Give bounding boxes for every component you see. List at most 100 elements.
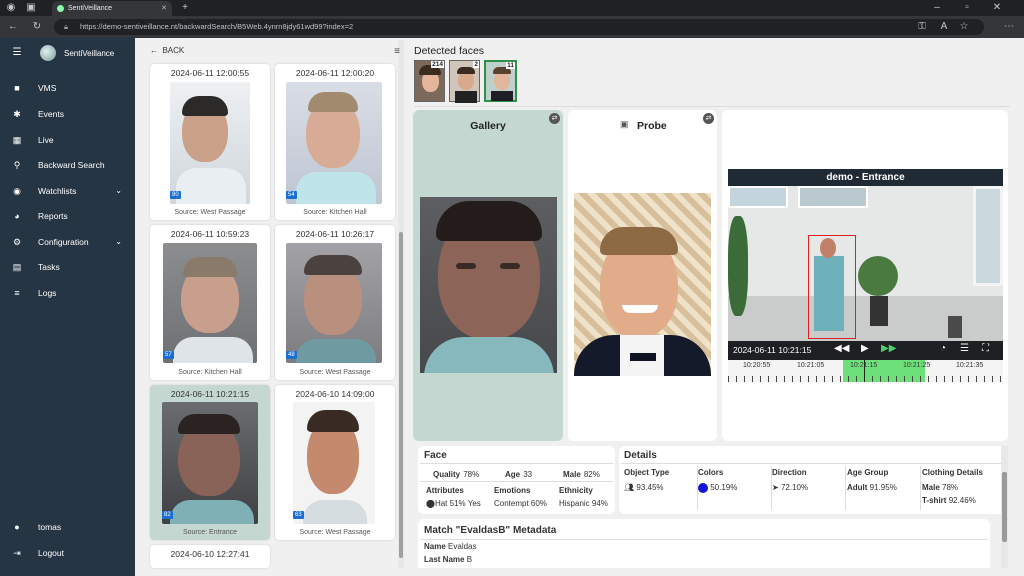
sidebar-item-live[interactable]: ▦ Live [10,131,130,149]
divider [771,466,772,510]
divider [920,466,921,510]
read-aloud-icon[interactable]: A [937,20,951,34]
window-close-icon[interactable]: ✕ [990,1,1004,15]
new-tab-icon[interactable]: + [178,1,192,15]
menu-label: Reports [38,211,68,221]
sidebar-item-backward-search[interactable]: ⚲ Backward Search [10,156,130,174]
speed-icon[interactable]: ◔ [940,343,946,354]
details-scrollbar-thumb[interactable] [1002,472,1007,542]
direction-value: 72.10% [780,483,809,492]
filter-icon[interactable]: ≡ [390,45,404,59]
hamburger-menu-icon[interactable]: ☰ [10,46,24,60]
sidebar-item-tasks[interactable]: ▤ Tasks [10,258,130,276]
timeline-label: 10:21:35 [956,362,984,369]
result-card[interactable]: 2024-06-10 12:27:41 [150,545,270,568]
browser-tab[interactable]: SentiVeillance ✕ [52,1,172,16]
chevron-down-icon: ⌄ [115,186,122,195]
brand-name: SentiVeillance [64,49,115,58]
face-title: Face [424,450,447,461]
list-icon[interactable]: ☰ [960,343,969,354]
last-name-value: B [466,555,473,564]
pie-icon: ◕ [14,211,20,221]
menu-label: Logs [38,288,57,298]
result-card[interactable]: 2024-06-11 10:59:23 57 Source: Kitchen H… [150,225,270,380]
clothing-pct: 92.46% [948,496,976,505]
divider [420,463,613,464]
fast-forward-icon[interactable]: ▶▶ [881,343,896,354]
rewind-icon[interactable]: ◀◀ [834,343,849,354]
result-card[interactable]: 2024-06-11 12:00:55 80 Source: West Pass… [150,64,270,220]
timeline-ticks [728,376,1003,382]
swap-icon[interactable]: ⇄ [703,113,714,124]
menu-label: Watchlists [38,186,77,196]
user-item[interactable]: ● tomas [10,518,130,536]
result-source: Source: West Passage [174,209,246,216]
color-swatch [698,483,708,493]
object-type-label: Object Type [624,468,670,477]
results-scrollbar-thumb[interactable] [399,232,403,558]
result-time: 2024-06-10 14:09:00 [295,389,375,399]
result-card[interactable]: 2024-06-11 10:26:17 48 Source: West Pass… [275,225,395,380]
sidebar-item-events[interactable]: ✱ Events [10,105,130,123]
details-title: Details [624,450,657,461]
timeline-label: 10:21:25 [903,362,931,369]
favorite-star-icon[interactable]: ☆ [957,20,971,34]
result-card-selected[interactable]: 2024-06-11 10:21:15 82 Source: Entrance [150,385,270,540]
play-icon[interactable]: ▶ [861,343,869,354]
sidebar-item-logs[interactable]: ≡ Logs [10,284,130,302]
logout-item[interactable]: ⇥ Logout [10,544,130,562]
score-badge: 63 [293,511,304,519]
detected-face-thumb[interactable]: 2 [449,60,480,103]
menu-label: VMS [38,83,57,93]
result-source: Source: Kitchen Hall [178,369,242,376]
back-label: BACK [162,46,185,55]
video-time: 2024-06-11 10:21:15 [733,345,812,355]
name-label: Name [424,542,446,551]
brand-logo-icon [40,45,56,61]
gear-icon: ✱ [13,109,21,119]
result-time: 2024-06-11 10:26:17 [295,229,375,239]
back-arrow-icon[interactable]: ← [6,20,20,34]
camera-icon: ■ [14,83,20,93]
gear-icon: ⚙ [12,237,22,247]
detected-face-thumb-selected[interactable]: 11 [484,60,517,102]
logout-icon: ⇥ [13,548,21,558]
divider [621,463,1006,464]
sidebar-item-reports[interactable]: ◕ Reports [10,207,130,225]
result-time: 2024-06-10 12:27:41 [170,549,250,559]
fullscreen-icon[interactable]: ⛶ [982,343,989,354]
address-bar[interactable]: 🔒︎ https://demo-sentiveillance.nt/backwar… [54,19,984,35]
colors-label: Colors [698,468,724,477]
result-card[interactable]: 2024-06-10 14:09:00 63 Source: West Pass… [275,385,395,540]
age-label: Age [505,470,521,479]
sidebar-item-configuration[interactable]: ⚙ Configuration ⌄ [10,233,130,251]
detected-faces-title: Detected faces [414,45,485,57]
key-icon[interactable]: ⚿ [915,20,929,34]
divider [697,466,698,510]
sidebar-item-vms[interactable]: ■ VMS [10,79,130,97]
gallery-face-image [420,197,557,373]
result-card[interactable]: 2024-06-11 12:00:20 54 Source: Kitchen H… [275,64,395,220]
quality-label: Quality [433,470,461,479]
more-menu-icon[interactable]: ⋯ [1002,20,1016,34]
maximize-icon[interactable]: ▫ [960,1,974,15]
menu-label: Backward Search [38,160,105,170]
list-icon: ≡ [14,288,20,298]
close-tab-icon[interactable]: ✕ [161,1,167,16]
emotions-value: Contempt 60% [494,499,547,508]
timeline-label: 10:21:15 [850,362,878,369]
clothing-label: Clothing Details [922,468,983,477]
reload-icon[interactable]: ↻ [30,20,44,34]
swap-icon[interactable]: ⇄ [549,113,560,124]
detected-face-thumb[interactable]: 214 [414,60,445,102]
video-title: demo - Entrance [728,169,1003,186]
sidebar-item-watchlists[interactable]: ◉ Watchlists ⌄ [10,182,130,200]
name-value: Evaldas [448,542,477,551]
clipboard-icon: ▤ [12,262,22,272]
back-button[interactable]: ← BACK [150,46,184,55]
profile-icon[interactable]: ◉ [4,1,18,15]
tab-actions-icon[interactable]: ▣ [24,1,38,15]
minimize-icon[interactable]: – [930,1,944,15]
grid-icon: ▦ [12,135,22,145]
age-value: 33 [523,470,533,479]
